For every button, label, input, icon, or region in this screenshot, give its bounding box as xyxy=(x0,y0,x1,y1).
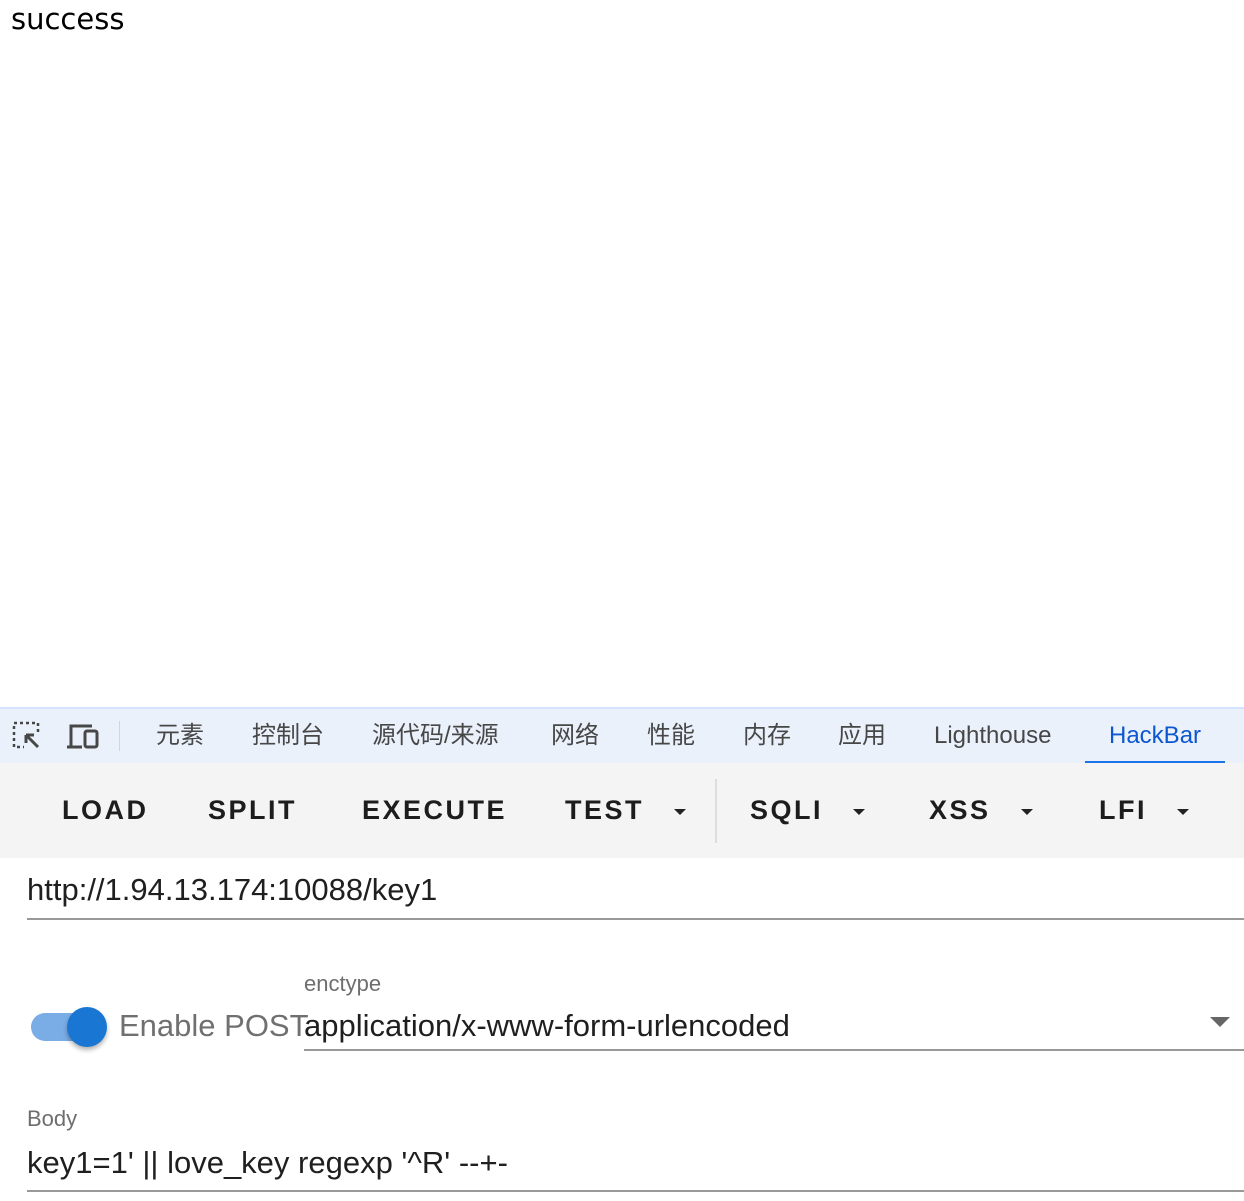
caret-down-icon xyxy=(1020,808,1033,815)
load-button[interactable]: LOAD xyxy=(62,763,149,858)
enctype-select-wrapper: application/x-www-form-urlencoded xyxy=(304,1003,1244,1051)
tab-performance[interactable]: 性能 xyxy=(647,709,695,763)
lfi-label: LFI xyxy=(1099,795,1147,825)
divider xyxy=(715,779,717,843)
enable-post-label: Enable POST xyxy=(119,1008,309,1043)
sqli-dropdown-button[interactable]: SQLI xyxy=(750,763,866,858)
tab-hackbar[interactable]: HackBar xyxy=(1084,709,1226,764)
enctype-select[interactable]: application/x-www-form-urlencoded xyxy=(304,1003,1244,1047)
tab-sources[interactable]: 源代码/来源 xyxy=(372,709,499,763)
tab-console[interactable]: 控制台 xyxy=(252,709,324,763)
lfi-dropdown-button[interactable]: LFI xyxy=(1099,763,1189,858)
url-input[interactable] xyxy=(27,862,1244,920)
enctype-label: enctype xyxy=(304,971,382,996)
page-content-text: success xyxy=(11,2,125,36)
caret-down-icon xyxy=(1177,808,1189,815)
tab-elements[interactable]: 元素 xyxy=(156,709,204,763)
xss-dropdown-button[interactable]: XSS xyxy=(929,763,1033,858)
tab-application[interactable]: 应用 xyxy=(838,709,886,763)
tab-network[interactable]: 网络 xyxy=(551,709,599,763)
split-button[interactable]: SPLIT xyxy=(208,763,297,858)
caret-down-icon xyxy=(674,808,687,815)
xss-label: XSS xyxy=(929,795,991,825)
test-label: TEST xyxy=(565,795,645,825)
caret-down-icon xyxy=(853,808,866,815)
device-toolbar-icon[interactable] xyxy=(66,721,100,756)
devtools-tab-bar: 元素 控制台 源代码/来源 网络 性能 内存 应用 Lighthouse Hac… xyxy=(0,707,1244,765)
body-label: Body xyxy=(27,1106,78,1131)
inspect-element-icon[interactable] xyxy=(12,721,42,756)
sqli-label: SQLI xyxy=(750,795,824,825)
toggle-thumb xyxy=(67,1007,107,1047)
test-dropdown-button[interactable]: TEST xyxy=(565,763,687,858)
body-input[interactable] xyxy=(27,1136,1244,1192)
tab-lighthouse[interactable]: Lighthouse xyxy=(934,709,1051,763)
divider xyxy=(119,721,120,751)
execute-button[interactable]: EXECUTE xyxy=(362,763,507,858)
enable-post-toggle[interactable] xyxy=(31,1007,107,1047)
hackbar-toolbar: LOAD SPLIT EXECUTE TEST SQLI XSS LFI xyxy=(0,763,1244,858)
tab-memory[interactable]: 内存 xyxy=(743,709,791,763)
